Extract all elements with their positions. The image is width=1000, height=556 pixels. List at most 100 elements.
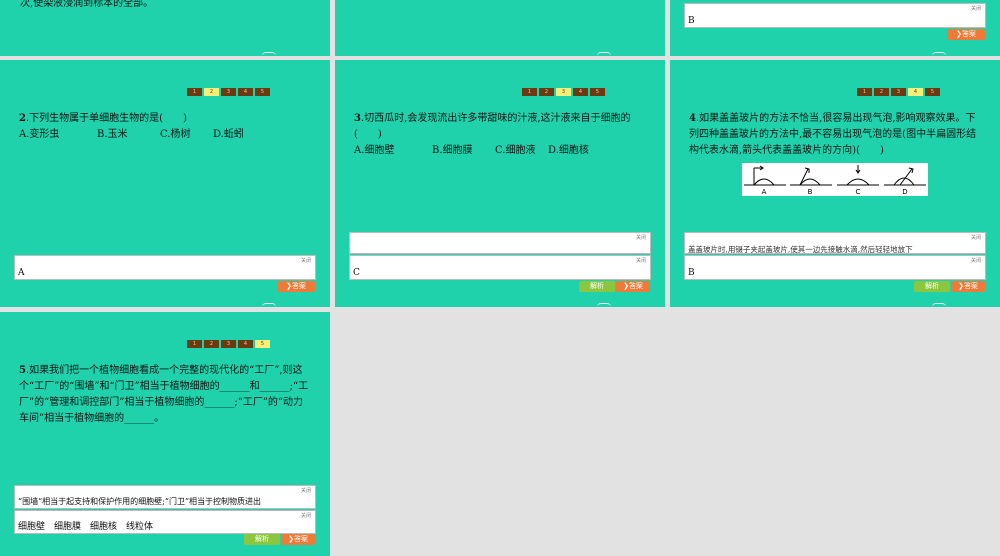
answer-panel: 关闭 B xyxy=(684,3,986,28)
option-d: D.蚯蚓 xyxy=(213,129,244,140)
close-button[interactable]: 关闭 xyxy=(971,234,981,241)
question-3: 3.切西瓜时,会发现流出许多带甜味的汁液,这汁液来自于细胞的( ) A.细胞壁 … xyxy=(354,111,654,159)
page-4[interactable]: 4 xyxy=(908,88,923,96)
page-indicator: 1 2 3 4 5 xyxy=(187,88,270,96)
slide-1-text: 次,使染液浸润到标本的全部。 xyxy=(20,0,154,9)
option-c: C.杨树 xyxy=(160,129,191,140)
answer-button[interactable]: ❯答案 xyxy=(616,281,650,292)
slide-bottom-mark xyxy=(932,303,946,307)
diagram-label-d: D xyxy=(902,188,907,196)
page-4[interactable]: 4 xyxy=(573,88,588,96)
page-5[interactable]: 5 xyxy=(255,88,270,96)
answer-panel: 关闭 C xyxy=(349,255,651,280)
page-indicator: 1 2 3 4 5 xyxy=(187,340,270,348)
answer-button[interactable]: ❯答案 xyxy=(947,29,985,40)
analysis-button[interactable]: 解析 xyxy=(579,281,615,292)
page-indicator: 1 2 3 4 5 xyxy=(857,88,940,96)
page-3[interactable]: 3 xyxy=(221,88,236,96)
option-a: A.变形虫 xyxy=(19,129,60,140)
question-text: .如果我们把一个植物细胞看成一个完整的现代化的“工厂”,则这个“工厂”的“围墙”… xyxy=(19,365,309,424)
question-number: 4 xyxy=(689,113,696,124)
page-3[interactable]: 3 xyxy=(221,340,236,348)
answer-button-label: 答案 xyxy=(293,535,308,543)
option-b: B.玉米 xyxy=(97,129,128,140)
close-button[interactable]: 关闭 xyxy=(636,257,646,264)
page-2[interactable]: 2 xyxy=(204,340,219,348)
close-button[interactable]: 关闭 xyxy=(971,257,981,264)
analysis-panel: 关闭 xyxy=(349,232,651,254)
page-4[interactable]: 4 xyxy=(238,88,253,96)
slide-1: 次,使染液浸润到标本的全部。 xyxy=(0,0,330,56)
analysis-button-label: 解析 xyxy=(925,282,939,290)
page-1[interactable]: 1 xyxy=(187,88,202,96)
slide-2 xyxy=(335,0,665,56)
page-4[interactable]: 4 xyxy=(238,340,253,348)
answer-text: A xyxy=(18,268,25,278)
question-4: 4.如果盖盖玻片的方法不恰当,很容易出现气泡,影响观察效果。下列四种盖盖玻片的方… xyxy=(689,111,985,159)
page-indicator: 1 2 3 4 5 xyxy=(522,88,605,96)
page-2[interactable]: 2 xyxy=(204,88,219,96)
answer-button[interactable]: ❯答案 xyxy=(277,281,315,292)
page-1[interactable]: 1 xyxy=(187,340,202,348)
analysis-text: 盖盖玻片时,用镊子夹起盖玻片,使其一边先接触水滴,然后轻轻地放下 xyxy=(688,245,913,254)
slide-q5: 1 2 3 4 5 5.如果我们把一个植物细胞看成一个完整的现代化的“工厂”,则… xyxy=(0,312,330,556)
answer-button-label: 答案 xyxy=(963,282,978,290)
options: A.细胞壁 B.细胞膜 C.细胞液 D.细胞核 xyxy=(354,143,654,159)
analysis-panel: 关闭 盖盖玻片时,用镊子夹起盖玻片,使其一边先接触水滴,然后轻轻地放下 xyxy=(684,232,986,254)
question-text: .如果盖盖玻片的方法不恰当,很容易出现气泡,影响观察效果。下列四种盖盖玻片的方法… xyxy=(689,113,977,156)
page-3[interactable]: 3 xyxy=(556,88,571,96)
analysis-text: “围墙”相当于起支持和保护作用的细胞壁;“门卫”相当于控制物质进出 xyxy=(18,497,262,506)
diagram-label-b: B xyxy=(808,188,813,196)
option-a: A.细胞壁 xyxy=(354,145,395,156)
page-1[interactable]: 1 xyxy=(522,88,537,96)
diagram-label-a: A xyxy=(762,188,767,196)
page-5[interactable]: 5 xyxy=(590,88,605,96)
close-button[interactable]: 关闭 xyxy=(301,512,311,519)
slide-3-bottom-mark xyxy=(932,52,946,56)
analysis-button[interactable]: 解析 xyxy=(244,534,280,545)
close-button[interactable]: 关闭 xyxy=(971,5,981,12)
question-5: 5.如果我们把一个植物细胞看成一个完整的现代化的“工厂”,则这个“工厂”的“围墙… xyxy=(19,363,313,427)
slide-3: 关闭 B ❯答案 xyxy=(670,0,1000,56)
answer-text: B xyxy=(688,268,695,278)
analysis-button[interactable]: 解析 xyxy=(914,281,950,292)
option-c: C.细胞液 xyxy=(495,145,536,156)
answer-button[interactable]: ❯答案 xyxy=(281,534,315,545)
page-5[interactable]: 5 xyxy=(925,88,940,96)
options: A.变形虫 B.玉米 C.杨树 D.蚯蚓 xyxy=(19,127,319,143)
answer-button[interactable]: ❯答案 xyxy=(951,281,985,292)
slide-bottom-mark xyxy=(597,303,611,307)
close-button[interactable]: 关闭 xyxy=(636,234,646,241)
page-5[interactable]: 5 xyxy=(255,340,270,348)
question-2: 2.下列生物属于单细胞生物的是( ) A.变形虫 B.玉米 C.杨树 D.蚯蚓 xyxy=(19,111,319,143)
close-button[interactable]: 关闭 xyxy=(301,487,311,494)
answer-panel: 关闭 B xyxy=(684,255,986,280)
page-1[interactable]: 1 xyxy=(857,88,872,96)
slide-q2: 1 2 3 4 5 2.下列生物属于单细胞生物的是( ) A.变形虫 B.玉米 … xyxy=(0,60,330,307)
close-button[interactable]: 关闭 xyxy=(301,257,311,264)
page-3[interactable]: 3 xyxy=(891,88,906,96)
coverslip-diagram: A B C D xyxy=(742,163,928,196)
page-2[interactable]: 2 xyxy=(874,88,889,96)
slide-bottom-mark xyxy=(262,303,276,307)
question-number: 5 xyxy=(19,365,26,376)
question-number: 2 xyxy=(19,113,26,124)
question-number: 3 xyxy=(354,113,361,124)
answer-panel: 关闭 A xyxy=(14,255,316,280)
diagram-label-c: C xyxy=(856,188,861,196)
analysis-panel: 关闭 “围墙”相当于起支持和保护作用的细胞壁;“门卫”相当于控制物质进出 xyxy=(14,485,316,509)
answer-button-label: 答案 xyxy=(961,30,976,38)
slide-q3: 1 2 3 4 5 3.切西瓜时,会发现流出许多带甜味的汁液,这汁液来自于细胞的… xyxy=(335,60,665,307)
page-2[interactable]: 2 xyxy=(539,88,554,96)
answer-button-label: 答案 xyxy=(628,282,643,290)
answer-text: 细胞壁 细胞膜 细胞核 线粒体 xyxy=(18,522,154,532)
question-text: .下列生物属于单细胞生物的是( ) xyxy=(25,113,187,124)
analysis-button-label: 解析 xyxy=(590,282,604,290)
answer-panel: 关闭 细胞壁 细胞膜 细胞核 线粒体 xyxy=(14,510,316,534)
slide-q4: 1 2 3 4 5 4.如果盖盖玻片的方法不恰当,很容易出现气泡,影响观察效果。… xyxy=(670,60,1000,307)
option-d: D.细胞核 xyxy=(548,145,589,156)
answer-button-label: 答案 xyxy=(291,282,306,290)
option-b: B.细胞膜 xyxy=(432,145,473,156)
slide-1-bottom-mark xyxy=(262,52,276,56)
answer-text: B xyxy=(688,16,695,26)
